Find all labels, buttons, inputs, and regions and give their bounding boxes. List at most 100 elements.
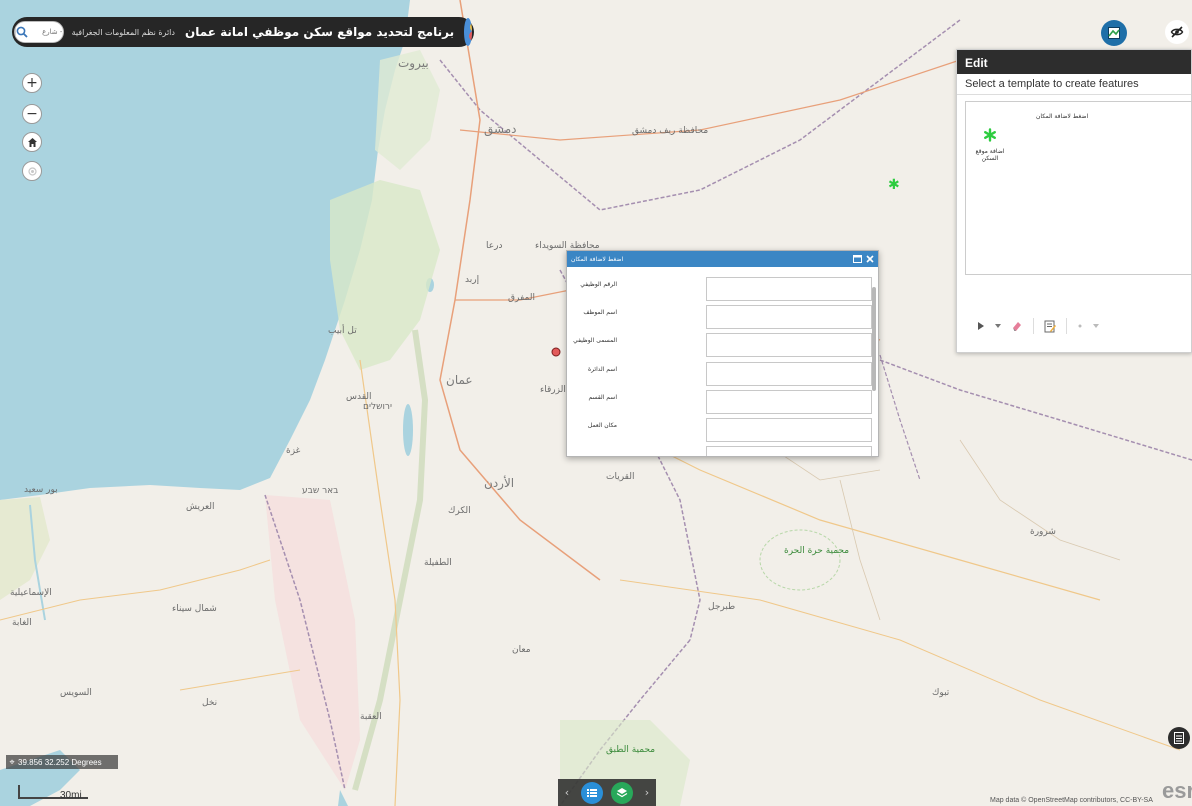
field-input[interactable] (706, 362, 872, 386)
toolbar-divider (1066, 318, 1067, 334)
place-label: المفرق (508, 293, 535, 303)
minus-icon: − (26, 106, 38, 122)
field-input[interactable] (706, 333, 872, 357)
place-label: محمية الطبق (606, 745, 656, 755)
place-label: القدس (346, 392, 372, 402)
place-label: ירושלים (363, 402, 393, 412)
template-item-label: اضافة موقع السكن (975, 148, 1005, 162)
attributes-icon[interactable] (1044, 320, 1056, 333)
place-label: إربد (465, 275, 480, 285)
field-label: مكان العمل (587, 422, 617, 429)
popup-title: اضغط لاضافة المكان (571, 255, 624, 263)
field-input[interactable] (706, 446, 872, 456)
toolbar-divider (1033, 318, 1034, 334)
coordinate-text: 39.856 32.252 Degrees (18, 757, 102, 767)
form-field: اسم الدائرة (567, 362, 872, 388)
place-label: نخل (202, 698, 218, 708)
home-button[interactable] (22, 132, 42, 152)
dot-icon[interactable] (1077, 323, 1083, 329)
edit-panel-title: Edit (957, 50, 1191, 74)
zoom-out-button[interactable]: − (22, 104, 42, 124)
layers-button[interactable] (611, 781, 634, 804)
place-label: معان (512, 645, 531, 655)
legend-button[interactable] (1168, 727, 1190, 749)
place-label: درعا (486, 241, 503, 251)
popup-header: اضغط لاضافة المكان (567, 251, 878, 267)
svg-text:✱: ✱ (888, 177, 900, 193)
form-field: مكان العمل (567, 418, 872, 444)
scale-label: 30mi (60, 790, 82, 801)
form-field (567, 446, 872, 456)
map-attribution: Map data © OpenStreetMap contributors, C… (990, 797, 1153, 804)
chevron-down-icon[interactable] (995, 323, 1001, 329)
edit-panel: Edit Select a template to create feature… (956, 49, 1192, 353)
field-input[interactable] (706, 390, 872, 414)
search-input[interactable] (28, 22, 63, 42)
edit-instruction: Select a template to create features (957, 74, 1191, 95)
home-icon (27, 137, 37, 147)
chevron-left-icon[interactable]: ‹ (562, 786, 572, 799)
basemap-gallery-button[interactable] (1101, 20, 1127, 46)
place-label: الكرك (448, 506, 471, 516)
place-label: العريش (186, 502, 215, 512)
place-label: عمان (446, 373, 473, 387)
place-label: العقبة (360, 712, 382, 722)
maximize-icon[interactable] (853, 255, 862, 263)
place-label: באר שבע (302, 486, 339, 496)
locate-button[interactable] (22, 161, 42, 181)
crosshair-icon[interactable]: ⌖ (6, 757, 18, 768)
eraser-icon[interactable] (1011, 320, 1023, 332)
app-header: برنامج لتحديد مواقع سكن موظفي امانة عمان… (12, 17, 474, 47)
layers-icon (617, 787, 628, 797)
coordinate-readout: ⌖ 39.856 32.252 Degrees (6, 755, 118, 769)
document-list-icon (1174, 732, 1184, 744)
place-label: محافظة ريف دمشق (632, 126, 709, 136)
location-icon (27, 166, 37, 176)
place-label: طبرجل (708, 602, 736, 612)
field-input[interactable] (706, 305, 872, 329)
field-label: الرقم الوظيفي (580, 281, 617, 288)
popup-body: الرقم الوظيفي اسم الموظف المسمى الوظيفي … (567, 267, 878, 456)
popup-scrollbar[interactable] (872, 287, 876, 391)
form-field: الرقم الوظيفي (567, 277, 872, 303)
place-label: الإسماعيلية (10, 588, 52, 598)
place-label: بيروت (398, 56, 429, 70)
layer-list-button[interactable] (580, 781, 603, 804)
place-label: شرورة (1030, 527, 1056, 537)
place-label: القريات (606, 472, 635, 482)
esri-logo: esri (1162, 778, 1192, 803)
field-label: اسم الدائرة (587, 366, 617, 373)
list-icon (586, 788, 597, 797)
chevron-down-icon[interactable] (1093, 323, 1099, 329)
place-label: الطفيلة (424, 558, 452, 568)
search-icon (16, 26, 28, 38)
app-title: برنامج لتحديد مواقع سكن موظفي امانة عمان (184, 25, 455, 39)
app-subtitle: دائرة نظم المعلومات الجغرافية (71, 27, 175, 37)
form-field: اسم القسم (567, 390, 872, 416)
form-field: المسمى الوظيفي (567, 333, 872, 359)
template-item[interactable]: اضافة موقع السكن (972, 127, 1008, 162)
search-button[interactable] (15, 22, 28, 42)
chevron-right-icon[interactable]: › (642, 786, 652, 799)
place-label: الغابة (12, 618, 32, 628)
asterisk-marker-icon (984, 128, 997, 142)
place-label: تبوك (932, 688, 950, 698)
field-input[interactable] (706, 277, 872, 301)
template-picker: اضغط لاضافة المكان اضافة موقع السكن (965, 101, 1192, 275)
edit-toolbar (965, 306, 1192, 346)
close-icon[interactable] (866, 255, 874, 263)
field-input[interactable] (706, 418, 872, 442)
place-label: الزرقاء (540, 385, 566, 395)
place-label: تل أبيب (328, 326, 357, 336)
app-logo (464, 18, 472, 46)
select-arrow-icon[interactable] (977, 321, 985, 331)
place-label: الأردن (484, 476, 515, 490)
place-label: شمال سيناء (172, 604, 217, 614)
eye-off-icon (1170, 26, 1184, 38)
widget-bar: ‹ › (558, 779, 656, 806)
visibility-toggle[interactable] (1165, 20, 1189, 44)
field-label: اسم القسم (588, 394, 617, 401)
zoom-in-button[interactable]: + (22, 73, 42, 93)
search-box (14, 21, 64, 43)
place-label: دمشق (484, 122, 517, 136)
